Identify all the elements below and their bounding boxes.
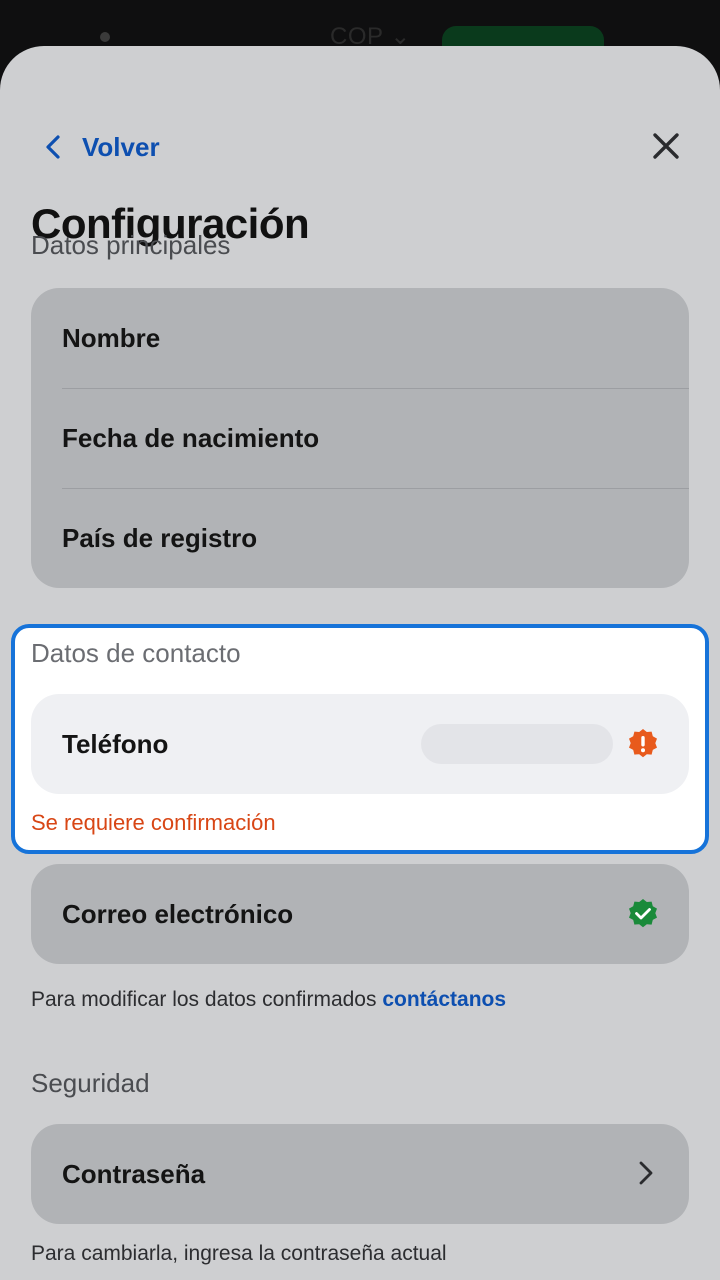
section-label-contact: Datos de contacto [31, 638, 241, 668]
list-item-label: País de registro [62, 522, 258, 553]
section-label-security: Seguridad [31, 1068, 150, 1098]
phone-label: Teléfono [62, 728, 169, 759]
email-label: Correo electrónico [62, 898, 294, 929]
back-button[interactable]: Volver [40, 130, 160, 164]
password-label: Contraseña [62, 1158, 206, 1189]
warning-badge-icon [629, 729, 657, 758]
password-helper-text: Para cambiarla, ingresa la contraseña ac… [31, 1242, 447, 1265]
verified-check-icon [629, 899, 657, 928]
background-dot [100, 32, 110, 42]
chevron-left-icon [46, 135, 60, 159]
list-item-birthdate[interactable]: Fecha de nacimiento [31, 388, 689, 488]
contact-helper-label: Para modificar los datos confirmados [31, 988, 377, 1011]
contact-us-link[interactable]: contáctanos [382, 988, 506, 1011]
list-item-label: Fecha de nacimiento [62, 422, 320, 453]
settings-sheet: Volver Configuración Datos principales N… [0, 46, 720, 1280]
password-row[interactable]: Contraseña [31, 1124, 689, 1224]
phone-error-message: Se requiere confirmación [31, 810, 276, 835]
section-label-main-data: Datos principales [31, 230, 231, 260]
back-label: Volver [82, 131, 160, 162]
main-data-card: Nombre Fecha de nacimiento País de regis… [31, 288, 689, 588]
email-row[interactable]: Correo electrónico [31, 864, 689, 964]
list-item-password[interactable]: Contraseña [31, 1124, 689, 1224]
list-item-phone[interactable]: Teléfono [31, 694, 689, 794]
list-item-email[interactable]: Correo electrónico [31, 864, 689, 964]
contact-helper-text: Para modificar los datos confirmados con… [31, 988, 506, 1012]
contact-highlight-box: Datos de contacto Teléfono Se requiere c… [11, 624, 709, 854]
phone-value-placeholder [421, 724, 613, 764]
list-item-name[interactable]: Nombre [31, 288, 689, 388]
chevron-right-icon [639, 1161, 653, 1185]
list-item-label: Nombre [62, 322, 161, 353]
list-item-country[interactable]: País de registro [31, 488, 689, 588]
close-icon[interactable] [648, 128, 684, 164]
